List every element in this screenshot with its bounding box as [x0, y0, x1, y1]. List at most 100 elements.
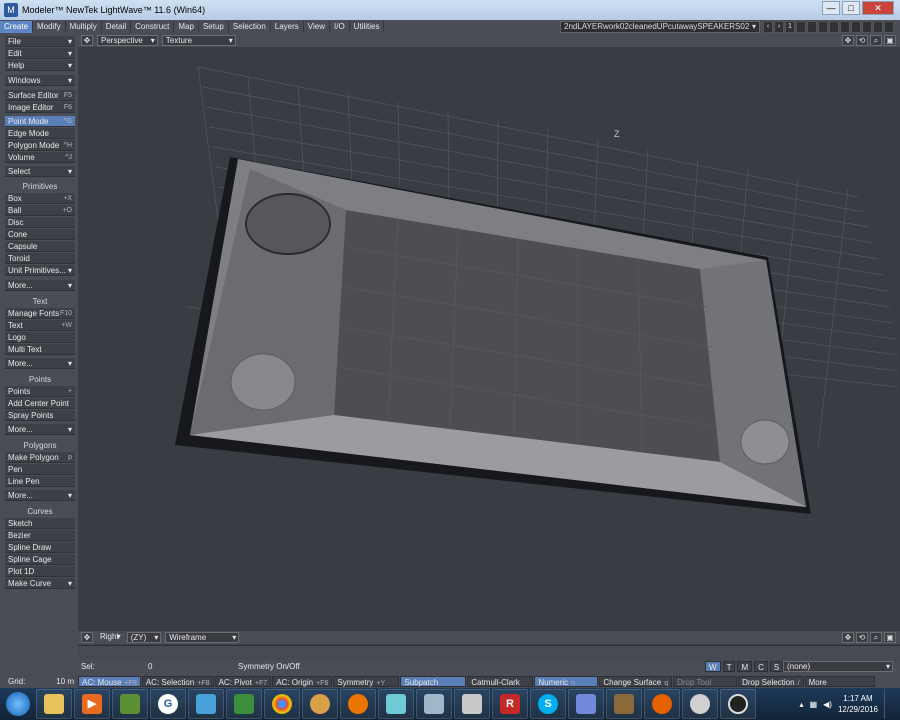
- polygon-mode-button[interactable]: Polygon Mode ^H: [5, 140, 75, 151]
- add-center-point-button[interactable]: Add Center Point: [5, 398, 75, 409]
- notes-icon[interactable]: [378, 689, 414, 719]
- zoom-icon[interactable]: ⌕: [870, 35, 882, 46]
- calculator-icon[interactable]: [454, 689, 490, 719]
- rotate-icon[interactable]: ⟲: [856, 632, 868, 643]
- spline-draw-button[interactable]: Spline Draw: [5, 542, 75, 553]
- pan-icon[interactable]: ✥: [842, 35, 854, 46]
- tray-arrow-icon[interactable]: ▴: [800, 700, 804, 709]
- ac-selection-button[interactable]: AC: Selection +F8: [141, 675, 214, 687]
- select-menu[interactable]: Select: [5, 166, 75, 177]
- obs-icon[interactable]: [720, 689, 756, 719]
- toroid-button[interactable]: Toroid: [5, 253, 75, 264]
- maximize-viewport-icon[interactable]: ▣: [884, 632, 896, 643]
- layer-slot[interactable]: [884, 21, 894, 33]
- firefox-icon[interactable]: [644, 689, 680, 719]
- drop-tool-button[interactable]: Drop Tool: [673, 675, 738, 687]
- tab-view[interactable]: View: [304, 21, 330, 33]
- edge-mode-button[interactable]: Edge Mode: [5, 128, 75, 139]
- volume-icon[interactable]: ◀): [823, 700, 832, 709]
- primitives-more-menu[interactable]: More...: [5, 280, 75, 291]
- drop-selection-button[interactable]: Drop Selection /: [738, 675, 804, 687]
- capsule-button[interactable]: Capsule: [5, 241, 75, 252]
- layer-slot[interactable]: [829, 21, 839, 33]
- volume-button[interactable]: Volume ^J: [5, 152, 75, 163]
- layer-slot[interactable]: [851, 21, 861, 33]
- make-curve-menu[interactable]: Make Curve: [5, 578, 75, 589]
- g-app-icon[interactable]: G: [150, 689, 186, 719]
- layer-slot[interactable]: [840, 21, 850, 33]
- change-surface-button[interactable]: Change Surface q: [599, 675, 673, 687]
- surface-editor-button[interactable]: Surface Editor F5: [5, 90, 75, 101]
- vmap-select[interactable]: (none): [783, 661, 893, 672]
- file-menu[interactable]: File: [5, 36, 75, 47]
- minimize-button[interactable]: —: [822, 1, 840, 15]
- unit-primitives-menu[interactable]: Unit Primitives...: [5, 265, 75, 276]
- point-mode-button[interactable]: Point Mode ^G: [5, 116, 75, 127]
- pan-icon[interactable]: ✥: [842, 632, 854, 643]
- layer-slot[interactable]: [796, 21, 806, 33]
- media-player-icon[interactable]: ▶: [74, 689, 110, 719]
- shading-mode-select[interactable]: Texture: [161, 35, 236, 46]
- tab-io[interactable]: I/O: [330, 21, 350, 33]
- right-viewport[interactable]: ✥ Right (ZY) Wireframe ✥ ⟲ ⌕ ▣: [78, 631, 900, 660]
- symmetry-button[interactable]: Symmetry +Y: [333, 675, 400, 687]
- axes-select[interactable]: (ZY): [126, 632, 162, 643]
- blender-icon[interactable]: [340, 689, 376, 719]
- m-button[interactable]: M: [737, 661, 753, 672]
- text-button[interactable]: Text +W: [5, 320, 75, 331]
- c-button[interactable]: C: [754, 661, 768, 672]
- w-button[interactable]: W: [705, 661, 721, 672]
- tab-detail[interactable]: Detail: [102, 21, 132, 33]
- edit-menu[interactable]: Edit: [5, 48, 75, 59]
- logo-button[interactable]: Logo: [5, 332, 75, 343]
- help-menu[interactable]: Help: [5, 60, 75, 71]
- bezier-button[interactable]: Bezier: [5, 530, 75, 541]
- network-icon[interactable]: ▦: [810, 700, 818, 709]
- perspective-viewport[interactable]: ✥ Perspective Texture ✥ ⟲ ⌕ ▣ Z: [78, 34, 900, 631]
- paint-icon[interactable]: [302, 689, 338, 719]
- start-button[interactable]: [0, 689, 36, 719]
- move-viewport-icon[interactable]: ✥: [81, 35, 93, 46]
- cube-app-icon[interactable]: [416, 689, 452, 719]
- plot-1d-button[interactable]: Plot 1D: [5, 566, 75, 577]
- layer-slot[interactable]: [807, 21, 817, 33]
- spray-points-button[interactable]: Spray Points: [5, 410, 75, 421]
- more-menu[interactable]: More: [804, 675, 875, 687]
- subpatch-button[interactable]: Subpatch: [400, 675, 467, 687]
- object-selector[interactable]: 2ndLAYERwork02cleanedUPcutawaySPEAKERS02: [560, 21, 760, 33]
- pen-button[interactable]: Pen: [5, 464, 75, 475]
- layer-slot[interactable]: [873, 21, 883, 33]
- ac-pivot-button[interactable]: AC: Pivot +F7: [214, 675, 272, 687]
- spline-cage-button[interactable]: Spline Cage: [5, 554, 75, 565]
- skype-icon[interactable]: S: [530, 689, 566, 719]
- sketch-button[interactable]: Sketch: [5, 518, 75, 529]
- image-editor-button[interactable]: Image Editor F6: [5, 102, 75, 113]
- view-type-select[interactable]: Right: [97, 632, 123, 643]
- tab-multiply[interactable]: Multiply: [66, 21, 102, 33]
- rotate-icon[interactable]: ⟲: [856, 35, 868, 46]
- zoom-icon[interactable]: ⌕: [870, 632, 882, 643]
- discord-icon[interactable]: [568, 689, 604, 719]
- s-button[interactable]: S: [769, 661, 784, 672]
- cone-button[interactable]: Cone: [5, 229, 75, 240]
- move-viewport-icon[interactable]: ✥: [81, 632, 93, 643]
- numeric-button[interactable]: Numeric n: [534, 675, 599, 687]
- close-button[interactable]: ✕: [862, 1, 894, 15]
- folder-icon[interactable]: [36, 689, 72, 719]
- windows-menu[interactable]: Windows: [5, 75, 75, 86]
- show-desktop-button[interactable]: [884, 689, 894, 719]
- layer-slot[interactable]: [818, 21, 828, 33]
- maximize-button[interactable]: □: [842, 1, 860, 15]
- points-button[interactable]: Points +: [5, 386, 75, 397]
- subpatch-type-select[interactable]: Catmull-Clark: [467, 675, 534, 687]
- view-type-select[interactable]: Perspective: [97, 35, 158, 46]
- r-app-icon[interactable]: R: [492, 689, 528, 719]
- tab-create[interactable]: Create: [0, 21, 34, 33]
- multi-text-button[interactable]: Multi Text: [5, 344, 75, 355]
- tab-setup[interactable]: Setup: [199, 21, 229, 33]
- tab-construct[interactable]: Construct: [131, 21, 175, 33]
- layer-prev-button[interactable]: ‹: [763, 21, 773, 33]
- tab-selection[interactable]: Selection: [229, 21, 271, 33]
- layer-next-button[interactable]: ›: [774, 21, 784, 33]
- disc-button[interactable]: Disc: [5, 217, 75, 228]
